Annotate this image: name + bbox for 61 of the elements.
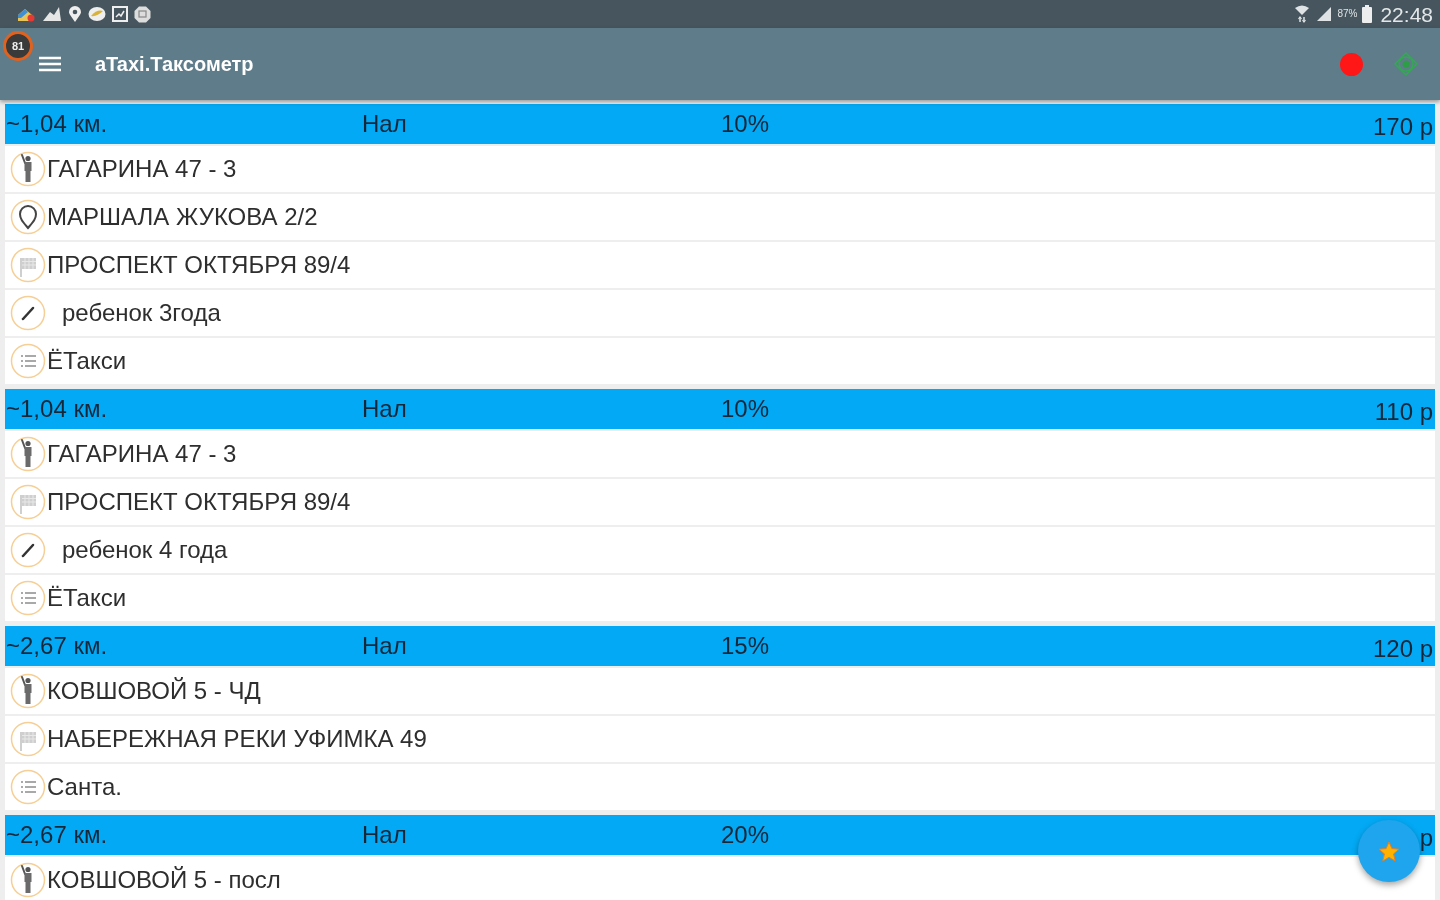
counter-badge: 81 xyxy=(3,31,33,61)
row-text: МАРШАЛА ЖУКОВА 2/2 xyxy=(47,205,318,229)
person-icon xyxy=(10,673,46,709)
commission-text: 10% xyxy=(721,112,770,136)
menu-icon xyxy=(39,56,61,72)
order-header[interactable]: ~2,67 км. Нал 15% 120 р xyxy=(5,626,1435,666)
row-text: ПРОСПЕКТ ОКТЯБРЯ 89/4 xyxy=(47,490,351,514)
pencil-icon xyxy=(10,295,46,331)
distance-text: ~1,04 км. xyxy=(5,397,108,421)
row-text: ГАГАРИНА 47 - 3 xyxy=(47,157,237,181)
wifi-icon xyxy=(1293,5,1312,23)
price-text: 110 р xyxy=(1374,399,1434,424)
disc-icon xyxy=(88,6,106,22)
list-icon xyxy=(10,580,46,616)
payment-text: Нал xyxy=(362,112,407,136)
price-text: 170 р xyxy=(1372,114,1434,139)
price-text: 120 р xyxy=(1372,636,1434,661)
row-text: КОВШОВОЙ 5 - ЧД xyxy=(47,679,261,703)
row-text: Санта. xyxy=(47,775,122,799)
row-text: ПРОСПЕКТ ОКТЯБРЯ 89/4 xyxy=(47,253,351,277)
payment-text: Нал xyxy=(362,397,407,421)
list-icon xyxy=(10,343,46,379)
app-title: aTaxi.Таксометр xyxy=(95,52,254,77)
person-icon xyxy=(10,436,46,472)
clock-time: 22:48 xyxy=(1380,3,1433,25)
distance-text: ~2,67 км. xyxy=(5,634,108,658)
distance-text: ~2,67 км. xyxy=(5,823,108,847)
battery-percent-text: 87% xyxy=(1337,9,1358,19)
payment-text: Нал xyxy=(362,823,407,847)
payment-text: Нал xyxy=(362,634,407,658)
row-text: ЁТакси xyxy=(47,586,127,610)
battery-icon xyxy=(1362,5,1373,23)
order-header[interactable]: ~2,67 км. Нал 20% р xyxy=(5,815,1435,855)
signal-icon xyxy=(1316,6,1333,22)
person-icon xyxy=(10,151,46,187)
flag-icon xyxy=(10,247,46,283)
distance-text: ~1,04 км. xyxy=(5,112,108,136)
price-text: р xyxy=(1419,825,1434,850)
commission-text: 20% xyxy=(721,823,770,847)
badge-icon xyxy=(134,5,151,23)
star-icon xyxy=(1378,840,1400,862)
pencil-icon xyxy=(10,532,46,568)
chart-icon xyxy=(112,6,128,22)
commission-text: 15% xyxy=(721,634,770,658)
package-icon xyxy=(16,6,36,22)
row-text: ребенок 4 года xyxy=(62,538,228,562)
commission-text: 10% xyxy=(721,397,770,421)
list-icon xyxy=(10,769,46,805)
target-icon[interactable] xyxy=(1394,52,1418,76)
row-text: ГАГАРИНА 47 - 3 xyxy=(47,442,237,466)
flag-icon xyxy=(10,484,46,520)
row-text: ЁТакси xyxy=(47,349,127,373)
row-text: КОВШОВОЙ 5 - посл xyxy=(47,868,281,892)
row-text: ребенок 3года xyxy=(62,301,221,325)
flag-icon xyxy=(10,721,46,757)
order-header[interactable]: ~1,04 км. Нал 10% 170 р xyxy=(5,104,1435,144)
sail-icon xyxy=(42,6,62,22)
location-pin-icon xyxy=(68,6,82,22)
order-header[interactable]: ~1,04 км. Нал 10% 110 р xyxy=(5,389,1435,429)
location-pin-icon xyxy=(10,199,46,235)
row-text: НАБЕРЕЖНАЯ РЕКИ УФИМКА 49 xyxy=(47,727,427,751)
